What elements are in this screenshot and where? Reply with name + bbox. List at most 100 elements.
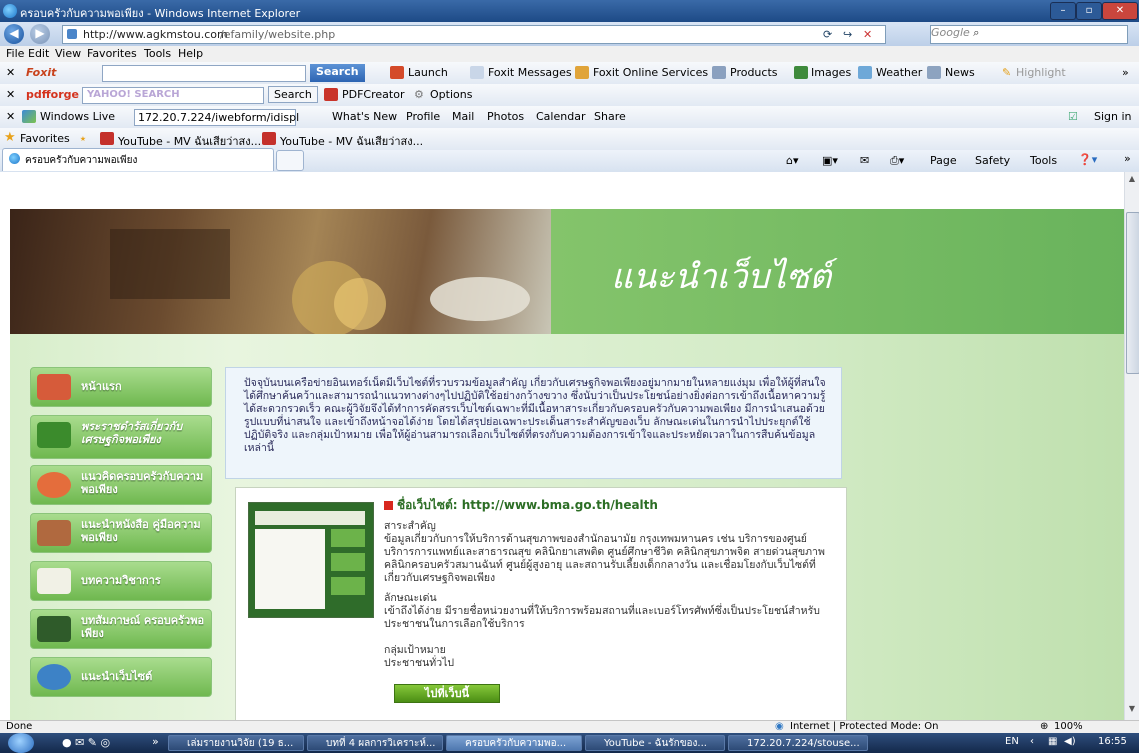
quick-launch-overflow-icon[interactable]: »: [152, 735, 159, 748]
news-button[interactable]: News: [945, 66, 975, 79]
tray-arrow-icon[interactable]: ‹: [1030, 736, 1034, 747]
yahoo-search-button[interactable]: Search: [268, 86, 318, 103]
new-tab-button[interactable]: [276, 150, 304, 171]
nav-interviews[interactable]: บทสัมภาษณ์ ครอบครัวพอเพียง: [30, 609, 212, 649]
foxit-messages-button[interactable]: Foxit Messages: [488, 66, 572, 79]
foxit-online-services-button[interactable]: Foxit Online Services: [593, 66, 708, 79]
nav-family-concept[interactable]: แนวคิดครอบครัวกับความพอเพียง: [30, 465, 212, 505]
nav-books[interactable]: แนะนำหนังสือ คู่มือความพอเพียง: [30, 513, 212, 553]
yahoo-search-field[interactable]: YAHOO! SEARCH: [82, 87, 264, 104]
nav-royal-speech-label: พระราชดำรัสเกี่ยวกับเศรษฐกิจพอเพียง: [81, 420, 183, 446]
launch-button[interactable]: Launch: [408, 66, 448, 79]
go-icon[interactable]: ↪: [843, 28, 852, 41]
close-button[interactable]: ✕: [1102, 2, 1138, 20]
go-to-website-button[interactable]: ไปที่เว็บนี้: [394, 684, 500, 703]
taskbar-item-chapter4[interactable]: บทที่ 4 ผลการวิเคราะห์...: [307, 735, 443, 751]
sign-in-link[interactable]: Sign in: [1094, 110, 1132, 123]
close-toolbar-icon[interactable]: ✕: [6, 66, 15, 79]
windows-live-label[interactable]: Windows Live: [40, 110, 115, 123]
online-services-icon: [575, 66, 589, 79]
scroll-thumb[interactable]: [1126, 212, 1139, 374]
mail-icon[interactable]: ✉: [860, 154, 869, 167]
menu-bar: File Edit View Favorites Tools Help: [0, 46, 1139, 62]
family-icon: [37, 472, 71, 498]
back-button[interactable]: ◀: [4, 24, 24, 44]
toolbar-overflow-icon[interactable]: »: [1122, 66, 1129, 79]
tab-active[interactable]: ครอบครัวกับความพอเพียง: [2, 148, 274, 171]
search-input[interactable]: Google ⌕: [930, 25, 1128, 44]
checkbox-icon[interactable]: ☑: [1068, 110, 1078, 123]
pdfforge-logo[interactable]: pdfforge: [26, 88, 79, 101]
clock[interactable]: 16:55: [1098, 736, 1127, 747]
zoom-icon[interactable]: ⊕: [1040, 721, 1048, 732]
home-icon[interactable]: ⌂▾: [786, 154, 799, 167]
nav-royal-speech[interactable]: พระราชดำรัสเกี่ยวกับเศรษฐกิจพอเพียง: [30, 415, 212, 459]
photos-link[interactable]: Photos: [487, 110, 524, 123]
taskbar-item-youtube[interactable]: YouTube - ฉันรักของ...: [585, 735, 725, 751]
nav-home[interactable]: หน้าแรก: [30, 367, 212, 407]
start-button[interactable]: [8, 733, 34, 753]
menu-tools[interactable]: Tools: [144, 47, 171, 60]
taskbar-item-stouse[interactable]: 172.20.7.224/stouse...: [728, 735, 868, 751]
forward-button[interactable]: ▶: [30, 24, 50, 44]
refresh-icon[interactable]: ⟳: [823, 28, 832, 41]
favorite-item-2[interactable]: YouTube - MV ฉันเสียว่าสง...: [280, 132, 423, 150]
taskbar-item-current-page[interactable]: ครอบครัวกับความพอ...: [446, 735, 582, 751]
close-toolbar-icon[interactable]: ✕: [6, 110, 15, 123]
close-toolbar-icon[interactable]: ✕: [6, 88, 15, 101]
favorites-button[interactable]: Favorites: [20, 132, 70, 145]
options-button[interactable]: Options: [430, 88, 472, 101]
maximize-button[interactable]: ▫: [1076, 2, 1102, 20]
tools-menu[interactable]: Tools: [1030, 154, 1057, 167]
website-heading[interactable]: ชื่อเว็บไซต์: http://www.bma.go.th/healt…: [384, 496, 658, 515]
command-overflow-icon[interactable]: »: [1124, 152, 1131, 165]
nav-websites[interactable]: แนะนำเว็บไซต์: [30, 657, 212, 697]
url-input[interactable]: http://www.agkmstou.com /efamily/website…: [62, 25, 886, 44]
vertical-scrollbar[interactable]: ▲ ▼: [1124, 172, 1139, 720]
products-button[interactable]: Products: [730, 66, 778, 79]
system-tray: EN ‹ ▦ ◀) 16:55: [1000, 735, 1139, 751]
search-icon[interactable]: ⌕: [973, 26, 979, 39]
menu-file[interactable]: File: [6, 47, 24, 60]
foxit-search-field[interactable]: [102, 65, 306, 82]
add-favorite-icon[interactable]: ⭑: [80, 132, 86, 146]
volume-icon[interactable]: ◀): [1064, 736, 1076, 747]
menu-favorites[interactable]: Favorites: [87, 47, 137, 60]
safety-menu[interactable]: Safety: [975, 154, 1010, 167]
zoom-level[interactable]: 100%: [1054, 721, 1083, 732]
website-thumbnail[interactable]: [248, 502, 374, 618]
network-icon[interactable]: ▦: [1048, 736, 1057, 747]
intro-text: ปัจจุบันบนเครือข่ายอินเทอร์เน็ตมีเว็บไซต…: [244, 377, 826, 454]
help-icon[interactable]: ❓▾: [1078, 153, 1097, 166]
menu-edit[interactable]: Edit: [28, 47, 49, 60]
stop-icon[interactable]: ✕: [863, 28, 872, 41]
intro-box: ปัจจุบันบนเครือข่ายอินเทอร์เน็ตมีเว็บไซต…: [225, 367, 842, 479]
minimize-button[interactable]: –: [1050, 2, 1076, 20]
print-icon[interactable]: ⎙▾: [890, 154, 904, 168]
scroll-up-icon[interactable]: ▲: [1126, 174, 1138, 186]
scroll-down-icon[interactable]: ▼: [1126, 704, 1138, 716]
menu-help[interactable]: Help: [178, 47, 203, 60]
foxit-logo[interactable]: Foxit: [26, 66, 56, 79]
foxit-search-button[interactable]: Search: [310, 64, 365, 82]
pdfcreator-button[interactable]: PDFCreator: [342, 88, 404, 101]
images-button[interactable]: Images: [811, 66, 851, 79]
nav-articles[interactable]: บทความวิชาการ: [30, 561, 212, 601]
feeds-icon[interactable]: ▣▾: [822, 154, 838, 167]
page-viewport: แนะนำเว็บไซต์ หน้าแรก พระราชดำรัสเกี่ยวก…: [0, 172, 1124, 720]
whats-new-link[interactable]: What's New: [332, 110, 397, 123]
taskbar-item-research-doc[interactable]: เล่มรายงานวิจัย (19 ธ...: [168, 735, 304, 751]
live-search-field[interactable]: 172.20.7.224/iwebform/idispl: [134, 109, 299, 126]
page-menu[interactable]: Page: [930, 154, 957, 167]
calendar-link[interactable]: Calendar: [536, 110, 585, 123]
language-indicator[interactable]: EN: [1005, 736, 1019, 747]
security-zone[interactable]: Internet | Protected Mode: On: [790, 721, 938, 732]
share-link[interactable]: Share: [594, 110, 626, 123]
profile-link[interactable]: Profile: [406, 110, 440, 123]
menu-view[interactable]: View: [55, 47, 81, 60]
quick-launch-icons[interactable]: ● ✉ ✎ ◎: [62, 736, 110, 749]
weather-button[interactable]: Weather: [876, 66, 922, 79]
highlight-button[interactable]: Highlight: [1016, 66, 1066, 79]
mail-link[interactable]: Mail: [452, 110, 474, 123]
banner-photo-art: [110, 229, 530, 337]
